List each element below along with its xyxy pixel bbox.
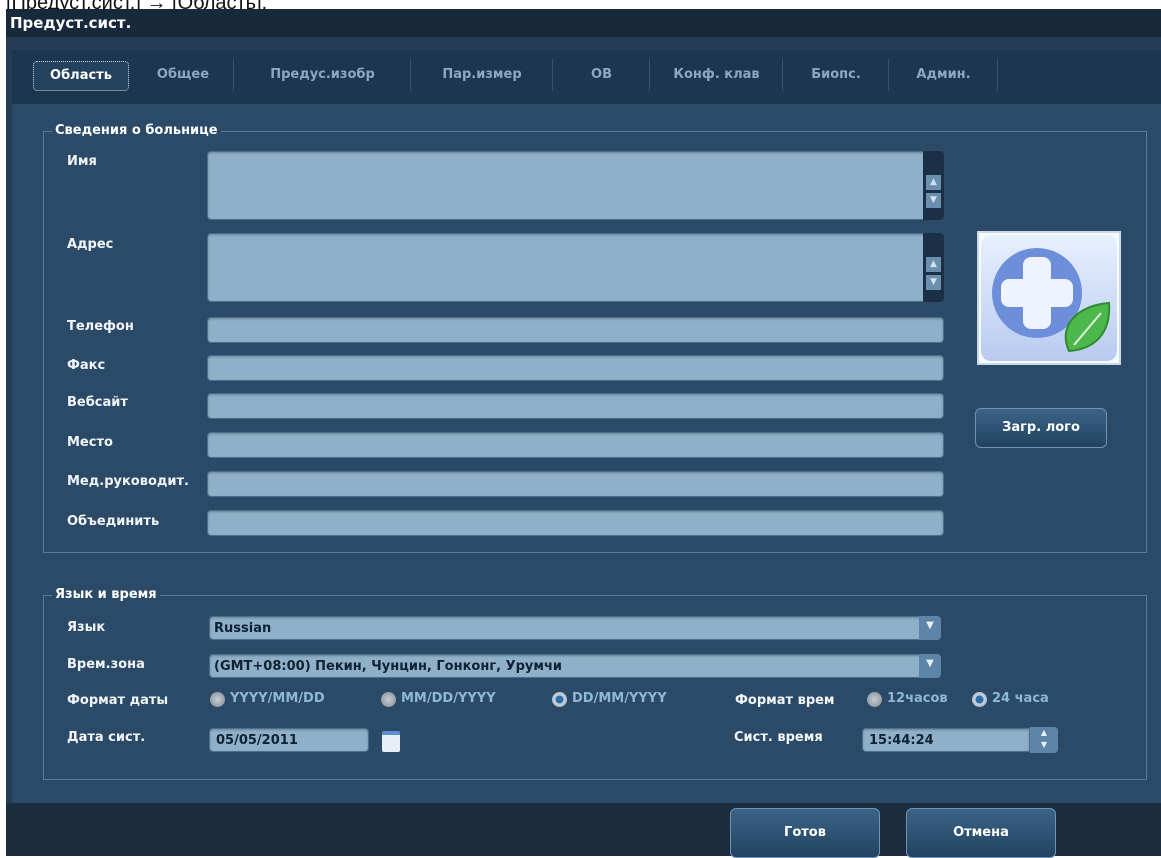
chevron-down-icon[interactable]: ▼ xyxy=(919,654,941,678)
calendar-icon[interactable] xyxy=(382,731,400,752)
merge-label: Объединить xyxy=(67,514,160,529)
phone-label: Телефон xyxy=(67,319,134,334)
website-field[interactable] xyxy=(207,393,944,419)
scroll-up-icon[interactable]: ▲ xyxy=(926,257,941,272)
tab-image-preset[interactable]: Предус.изобр xyxy=(235,59,411,91)
scroll-down-icon[interactable]: ▼ xyxy=(926,275,941,290)
timezone-value: (GMT+08:00) Пекин, Чунцин, Гонконг, Урум… xyxy=(214,659,563,674)
date-format-radio-ymd[interactable] xyxy=(210,692,225,707)
hospital-logo xyxy=(977,231,1121,365)
time-format-option-12: 12часов xyxy=(887,691,948,706)
cancel-button[interactable]: Отмена xyxy=(906,808,1056,858)
date-format-option-dmy: DD/MM/YYYY xyxy=(572,691,667,706)
merge-field[interactable] xyxy=(207,510,944,536)
time-format-radio-24[interactable] xyxy=(972,692,987,707)
scroll-up-icon[interactable]: ▲ xyxy=(926,175,941,190)
name-field[interactable]: ▲ ▼ xyxy=(207,151,944,220)
tab-bar: Область Общее Предус.изобр Пар.измер ОВ … xyxy=(12,50,1161,104)
timezone-label: Врем.зона xyxy=(67,657,145,672)
language-time-title: Язык и время xyxy=(52,587,160,602)
preset-window: Предуст.сист. Область Общее Предус.изобр… xyxy=(6,9,1161,858)
settings-panel: Область Общее Предус.изобр Пар.измер ОВ … xyxy=(12,50,1161,803)
language-select[interactable]: Russian ▼ xyxy=(209,616,941,640)
place-label: Место xyxy=(67,435,113,450)
title-bar: Предуст.сист. xyxy=(6,9,1161,37)
date-format-radio-dmy[interactable] xyxy=(552,692,567,707)
date-format-label: Формат даты xyxy=(67,693,169,708)
load-logo-button[interactable]: Загр. лого xyxy=(975,408,1107,448)
tab-measure-params[interactable]: Пар.измер xyxy=(412,59,553,91)
time-format-label: Формат врем xyxy=(735,693,835,708)
timezone-select[interactable]: (GMT+08:00) Пекин, Чунцин, Гонконг, Урум… xyxy=(209,654,941,678)
place-field[interactable] xyxy=(207,432,944,458)
language-label: Язык xyxy=(67,620,106,635)
time-format-radio-12[interactable] xyxy=(867,692,882,707)
system-date-label: Дата сист. xyxy=(67,730,146,745)
tab-biopsy[interactable]: Биопс. xyxy=(784,59,889,91)
phone-field[interactable] xyxy=(207,317,944,343)
tab-area[interactable]: Область xyxy=(33,61,129,91)
spinner-icon[interactable]: ▲ ▼ xyxy=(1030,727,1058,753)
system-time-label: Сист. время xyxy=(734,730,823,745)
website-label: Вебсайт xyxy=(67,395,128,410)
head-field[interactable] xyxy=(207,471,944,497)
time-format-option-24: 24 часа xyxy=(992,691,1049,706)
head-label: Мед.руководит. xyxy=(67,474,189,489)
fax-label: Факс xyxy=(67,358,106,373)
tab-general[interactable]: Общее xyxy=(133,59,234,91)
system-time-field[interactable]: 15:44:24 xyxy=(862,728,1030,752)
date-format-option-mdy: MM/DD/YYYY xyxy=(401,691,496,706)
ok-button[interactable]: Готов xyxy=(730,808,880,858)
language-value: Russian xyxy=(214,621,272,636)
name-scrollbar[interactable]: ▲ ▼ xyxy=(923,151,944,220)
medical-cross-leaf-icon xyxy=(981,235,1117,361)
name-label: Имя xyxy=(67,154,97,169)
tab-key-config[interactable]: Конф. клав xyxy=(651,59,783,91)
hospital-info-title: Сведения о больнице xyxy=(52,123,221,138)
tab-ob[interactable]: ОВ xyxy=(554,59,650,91)
address-scrollbar[interactable]: ▲ ▼ xyxy=(923,233,944,302)
address-label: Адрес xyxy=(67,237,114,252)
date-format-radio-mdy[interactable] xyxy=(381,692,396,707)
tab-admin[interactable]: Админ. xyxy=(890,59,998,91)
fax-field[interactable] xyxy=(207,355,944,381)
date-format-option-ymd: YYYY/MM/DD xyxy=(230,691,325,706)
scroll-down-icon[interactable]: ▼ xyxy=(926,193,941,208)
chevron-down-icon[interactable]: ▼ xyxy=(919,616,941,640)
window-title: Предуст.сист. xyxy=(10,14,132,32)
system-date-field[interactable]: 05/05/2011 xyxy=(209,728,369,752)
address-field[interactable]: ▲ ▼ xyxy=(207,233,944,302)
